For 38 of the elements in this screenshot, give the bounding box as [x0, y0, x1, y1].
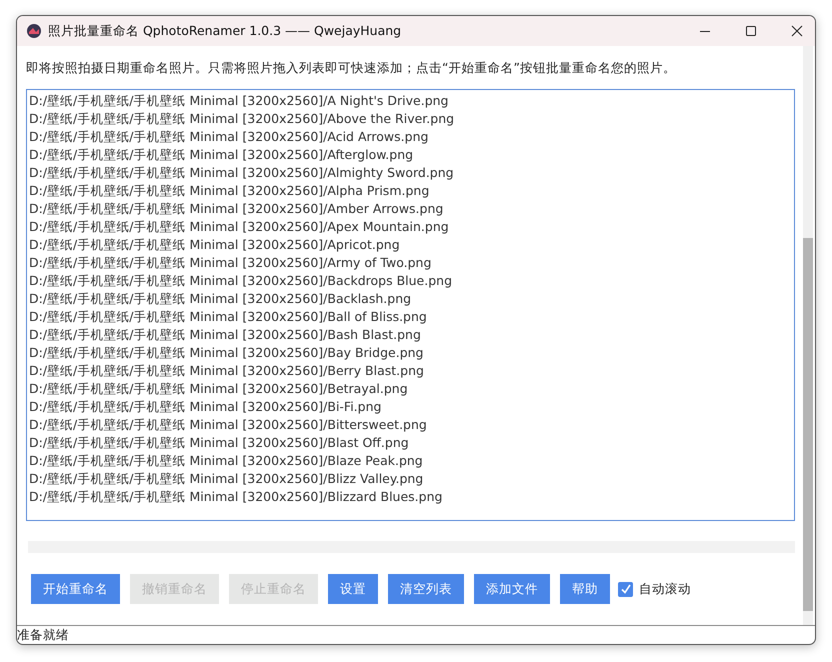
file-path-item[interactable]: D:/壁纸/手机壁纸/手机壁纸 Minimal [3200x2560]/Amber Arrows.png [29, 200, 444, 218]
file-path-item[interactable]: D:/壁纸/手机壁纸/手机壁纸 Minimal [3200x2560]/Bittersweet.png [29, 416, 427, 434]
file-path-item[interactable]: D:/壁纸/手机壁纸/手机壁纸 Minimal [3200x2560]/Blaze Peak.png [29, 452, 423, 470]
action-button[interactable]: 清空列表 [388, 574, 464, 604]
file-path-item[interactable]: D:/壁纸/手机壁纸/手机壁纸 Minimal [3200x2560]/Bay Bridge.png [29, 344, 424, 362]
file-list[interactable] [26, 89, 795, 521]
file-path-item[interactable]: D:/壁纸/手机壁纸/手机壁纸 Minimal [3200x2560]/Berry Blast.png [29, 362, 424, 380]
file-path-item[interactable]: D:/壁纸/手机壁纸/手机壁纸 Minimal [3200x2560]/Acid Arrows.png [29, 128, 428, 146]
file-path-item[interactable]: D:/壁纸/手机壁纸/手机壁纸 Minimal [3200x2560]/Blizz Valley.png [29, 470, 424, 488]
checkbox[interactable] [618, 582, 633, 596]
file-path-item[interactable]: D:/壁纸/手机壁纸/手机壁纸 Minimal [3200x2560]/Afterglow.png [29, 146, 414, 164]
file-path-item[interactable]: D:/壁纸/手机壁纸/手机壁纸 Minimal [3200x2560]/Above the River.png [29, 110, 454, 128]
file-path-item[interactable]: D:/壁纸/手机壁纸/手机壁纸 Minimal [3200x2560]/Army of Two.png [29, 254, 432, 272]
window-title: 照片批量重命名 QphotoRenamer 1.0.3 —— QwejayHuang [48, 22, 402, 40]
close-icon[interactable] [791, 25, 803, 37]
checkbox-label[interactable]: 自动滚动 [639, 580, 691, 598]
action-button[interactable]: 开始重命名 [31, 574, 120, 604]
file-path-item[interactable]: D:/壁纸/手机壁纸/手机壁纸 Minimal [3200x2560]/Bash Blast.png [29, 326, 421, 344]
file-path-item[interactable]: D:/壁纸/手机壁纸/手机壁纸 Minimal [3200x2560]/Backdrops Blue.png [29, 272, 452, 290]
file-path-item[interactable]: D:/壁纸/手机壁纸/手机壁纸 Minimal [3200x2560]/Blast Off.png [29, 434, 409, 452]
instructions-text: 即将按照拍摄日期重命名照片。只需将照片拖入列表即可快速添加；点击“开始重命名”按钮批量重命名您的照片。 [26, 60, 677, 77]
action-button[interactable]: 设置 [328, 574, 378, 604]
action-button[interactable]: 添加文件 [474, 574, 550, 604]
file-path-item[interactable]: D:/壁纸/手机壁纸/手机壁纸 Minimal [3200x2560]/Ball of Bliss.png [29, 308, 427, 326]
app-icon [26, 23, 42, 39]
file-path-item[interactable]: D:/壁纸/手机壁纸/手机壁纸 Minimal [3200x2560]/Blizzard Blues.png [29, 488, 442, 506]
file-path-item[interactable]: D:/壁纸/手机壁纸/手机壁纸 Minimal [3200x2560]/Betrayal.png [29, 380, 408, 398]
file-path-item[interactable]: D:/壁纸/手机壁纸/手机壁纸 Minimal [3200x2560]/Apex Mountain.png [29, 218, 449, 236]
maximize-icon[interactable] [745, 25, 757, 37]
file-path-item[interactable]: D:/壁纸/手机壁纸/手机壁纸 Minimal [3200x2560]/Alpha Prism.png [29, 182, 430, 200]
status-bar: 准备就绪 [17, 625, 815, 644]
file-path-item[interactable]: D:/壁纸/手机壁纸/手机壁纸 Minimal [3200x2560]/Almighty Sword.png [29, 164, 454, 182]
scrollbar-drawing[interactable] [803, 46, 813, 625]
file-path-item[interactable]: D:/壁纸/手机壁纸/手机壁纸 Minimal [3200x2560]/Bi-Fi.png [29, 398, 382, 416]
file-path-item[interactable]: D:/壁纸/手机壁纸/手机壁纸 Minimal [3200x2560]/A Night's Drive.png [29, 92, 448, 110]
file-path-item[interactable]: D:/壁纸/手机壁纸/手机壁纸 Minimal [3200x2560]/Backlash.png [29, 290, 412, 308]
file-path-item[interactable]: D:/壁纸/手机壁纸/手机壁纸 Minimal [3200x2560]/Apricot.png [29, 236, 400, 254]
action-button[interactable]: 帮助 [560, 574, 610, 604]
